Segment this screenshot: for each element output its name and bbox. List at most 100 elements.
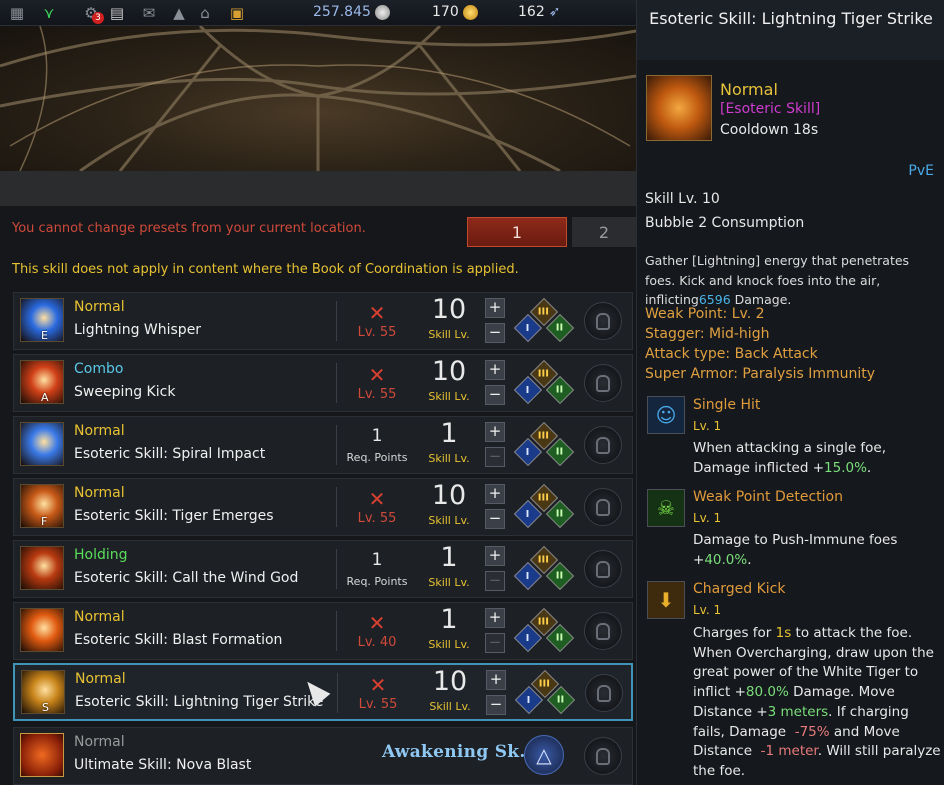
skill-hotkey: E: [41, 329, 48, 342]
calendar-icon[interactable]: ▦: [4, 2, 30, 24]
tripod-2-label: II: [556, 384, 564, 396]
rune-lock-button[interactable]: [584, 426, 622, 464]
awakening-triangle-icon: △: [524, 735, 564, 775]
awakening-skill-icon: [20, 733, 64, 777]
required-points-label: Req. Points: [346, 451, 408, 464]
level-up-button[interactable]: +: [485, 298, 505, 318]
skill-row[interactable]: Holding Esoteric Skill: Call the Wind God…: [13, 540, 633, 598]
skill-level: 1: [440, 604, 458, 635]
skill-name: Esoteric Skill: Blast Formation: [74, 632, 283, 648]
skill-row[interactable]: Normal Esoteric Skill: Blast Formation ✕ Lv…: [13, 602, 633, 660]
preset-location-warning: You cannot change presets from your curr…: [12, 221, 366, 236]
lock-icon: [596, 312, 610, 330]
tripod-2-label: II: [556, 632, 564, 644]
tripod-charged-kick-desc: Charges for 1s to attack the foe. When O…: [693, 625, 941, 779]
level-up-button[interactable]: +: [485, 546, 505, 566]
awakening-lock-button[interactable]: [584, 737, 622, 775]
level-down-button[interactable]: −: [485, 509, 505, 529]
mail-icon[interactable]: ✉: [136, 2, 162, 24]
arrow-down-icon: ⬇: [647, 581, 685, 619]
awakening-label: Awakening Sk.: [382, 742, 526, 762]
skill-icon: [20, 546, 64, 590]
skill-level: 10: [431, 480, 467, 511]
tripod-selector[interactable]: III I II: [513, 358, 575, 410]
skill-row[interactable]: S Normal Esoteric Skill: Lightning Tiger S…: [13, 663, 633, 721]
skill-type: Normal: [74, 485, 125, 501]
tooltip-mode: PvE: [908, 163, 934, 179]
tripod-selector[interactable]: III I II: [513, 544, 575, 596]
tripod-3-label: III: [538, 616, 550, 628]
row-divider: [336, 487, 337, 527]
skill-row[interactable]: Normal Esoteric Skill: Spiral Impact 1 Req.…: [13, 416, 633, 474]
skill-row[interactable]: E Normal Lightning Whisper ✕ Lv. 55 10 Skill L…: [13, 292, 633, 350]
preset-tab-1[interactable]: 1: [467, 217, 567, 247]
required-level: Lv. 40: [357, 635, 397, 650]
tripod-1-label: I: [526, 570, 530, 582]
skill-row[interactable]: F Normal Esoteric Skill: Tiger Emerges ✕ Lv.…: [13, 478, 633, 536]
tripod-single-hit-desc: When attacking a single foe, Damage infl…: [693, 440, 887, 476]
skill-level: 10: [431, 356, 467, 387]
community-icon[interactable]: ⚙ 3: [78, 2, 104, 24]
level-up-button[interactable]: +: [485, 422, 505, 442]
tripod-selector[interactable]: III I II: [514, 668, 576, 720]
locked-x-icon: ✕: [368, 301, 386, 325]
tripod-single-hit-name: Single Hit: [693, 397, 761, 413]
preset-tab-2[interactable]: 2: [572, 217, 636, 247]
tripod-3-label: III: [539, 678, 551, 690]
top-bar: ▦ ⋎ ⚙ 3 ▤ ✉ ▲ ⌂ ▣ 257.845 170 162 ➶: [0, 0, 636, 26]
skill-level-label: Skill Lv.: [428, 328, 470, 341]
level-down-button[interactable]: −: [485, 633, 505, 653]
lock-icon: [597, 684, 611, 702]
awakening-skill-type: Normal: [74, 734, 125, 750]
wings-icon[interactable]: ⋎: [36, 2, 62, 24]
tripod-selector[interactable]: III I II: [513, 482, 575, 534]
tripod-3-label: III: [538, 492, 550, 504]
background-art: [0, 26, 636, 171]
skill-level-label: Skill Lv.: [429, 700, 471, 713]
lock-icon: [596, 436, 610, 454]
required-level: Lv. 55: [357, 325, 397, 340]
tripod-1-label: I: [526, 508, 530, 520]
awakening-skill-row[interactable]: Normal Ultimate Skill: Nova Blast Awaken…: [13, 727, 633, 785]
rune-lock-button[interactable]: [584, 550, 622, 588]
tripod-weak-point-level: Lv. 1: [693, 511, 722, 525]
rune-lock-button[interactable]: [585, 674, 623, 712]
tooltip-weak-point: Weak Point: Lv. 2: [645, 306, 765, 322]
gold-amount: 170: [432, 4, 459, 20]
tripod-selector[interactable]: III I II: [513, 420, 575, 472]
tripod-3-label: III: [538, 368, 550, 380]
skill-row[interactable]: A Combo Sweeping Kick ✕ Lv. 55 10 Skill Lv. + − I…: [13, 354, 633, 412]
level-up-button[interactable]: +: [485, 360, 505, 380]
tripod-1-label: I: [526, 632, 530, 644]
level-down-button[interactable]: −: [485, 385, 505, 405]
level-up-button[interactable]: +: [486, 670, 506, 690]
silver-display: 257.845: [313, 4, 390, 20]
rune-lock-button[interactable]: [584, 612, 622, 650]
row-divider: [336, 611, 337, 651]
skill-name: Lightning Whisper: [74, 322, 202, 338]
row-divider: [337, 673, 338, 713]
book-icon[interactable]: ▤: [104, 2, 130, 24]
rune-lock-button[interactable]: [584, 364, 622, 402]
notification-badge: 3: [92, 11, 104, 24]
level-down-button[interactable]: −: [486, 695, 506, 715]
required-level: Lv. 55: [358, 697, 398, 712]
tripod-selector[interactable]: III I II: [513, 296, 575, 348]
level-down-button[interactable]: −: [485, 323, 505, 343]
skill-level: 1: [440, 418, 458, 449]
rune-lock-button[interactable]: [584, 302, 622, 340]
level-up-button[interactable]: +: [485, 608, 505, 628]
home-icon[interactable]: ⌂: [192, 2, 218, 24]
level-down-button[interactable]: −: [485, 571, 505, 591]
feather-display: 162 ➶: [518, 4, 560, 20]
tripod-selector[interactable]: III I II: [513, 606, 575, 658]
rune-lock-button[interactable]: [584, 488, 622, 526]
bell-icon[interactable]: ▲: [166, 2, 192, 24]
skill-tooltip: Esoteric Skill: Lightning Tiger Strike N…: [636, 0, 944, 785]
skill-level-label: Skill Lv.: [428, 576, 470, 589]
skill-level-label: Skill Lv.: [428, 390, 470, 403]
level-down-button[interactable]: −: [485, 447, 505, 467]
tripod-weak-point-name: Weak Point Detection: [693, 489, 843, 505]
chest-icon[interactable]: ▣: [224, 2, 250, 24]
level-up-button[interactable]: +: [485, 484, 505, 504]
